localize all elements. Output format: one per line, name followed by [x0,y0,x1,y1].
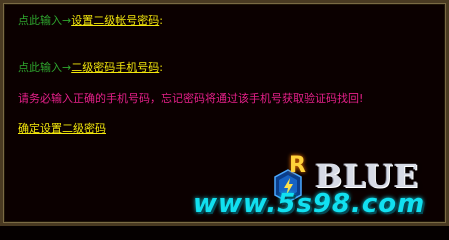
phone-notice-text: 请务必输入正确的手机号码，忘记密码将通过该手机号获取验证码找回! [18,92,364,105]
site-watermark: R BLUE www.5s98.com [193,153,448,227]
set-secondary-account-password-link[interactable]: 设置二级帐号密码 [71,14,159,27]
colon-label: : [159,14,163,27]
watermark-site: www.5s98.com [193,189,426,219]
phone-number-row: 点此输入→二级密码手机号码: [18,61,163,75]
secondary-password-phone-link[interactable]: 二级密码手机号码 [71,61,159,74]
confirm-set-secondary-password-link[interactable]: 确定设置二级密码 [18,122,106,135]
dialog-panel: 点此输入→设置二级帐号密码: 点此输入→二级密码手机号码: 请务必输入正确的手机… [0,0,449,226]
colon-label: : [159,61,163,74]
account-password-row: 点此输入→设置二级帐号密码: [18,14,163,28]
input-prompt-label: 点此输入→ [18,14,72,27]
input-prompt-label: 点此输入→ [18,61,72,74]
watermark-r-glyph: R [289,153,306,178]
confirm-row: 确定设置二级密码 [18,122,106,136]
